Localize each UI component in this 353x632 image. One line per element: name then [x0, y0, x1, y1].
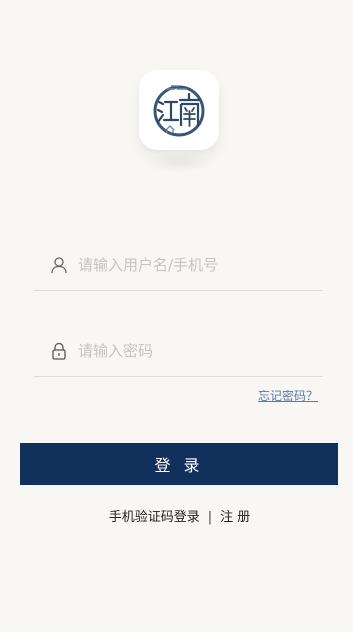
jiangnan-seal-logo-icon	[153, 85, 205, 137]
sms-login-link[interactable]: 手机验证码登录	[109, 510, 200, 525]
app-logo	[139, 70, 219, 150]
password-input[interactable]	[78, 342, 308, 360]
user-icon	[48, 254, 70, 276]
register-link[interactable]: 注 册	[220, 510, 250, 525]
password-field-row	[34, 326, 323, 377]
forgot-password-link[interactable]: 忘记密码？	[258, 387, 318, 404]
username-field-row	[34, 240, 323, 291]
username-input[interactable]	[78, 256, 308, 274]
footer-links: 手机验证码登录 | 注 册	[0, 506, 353, 525]
login-button[interactable]: 登 录	[20, 443, 338, 485]
logo-shadow	[145, 152, 213, 174]
lock-icon	[48, 340, 70, 362]
link-separator: |	[207, 510, 213, 525]
